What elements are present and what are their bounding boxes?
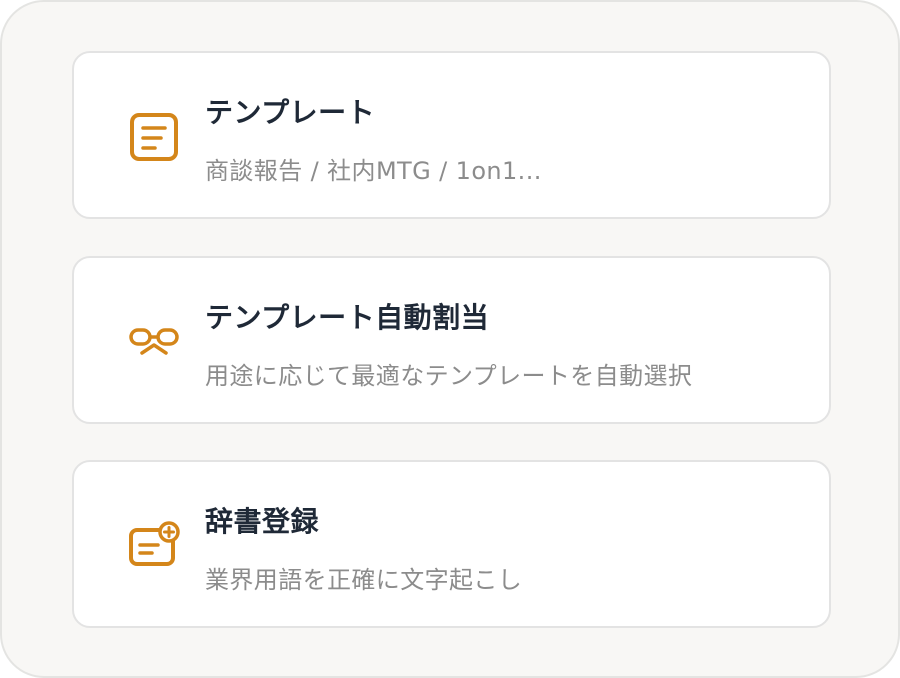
card-subtitle: 用途に応じて最適なテンプレートを自動選択 — [205, 362, 693, 390]
feature-panel: テンプレート 商談報告 / 社内MTG / 1on1... テンプレート自動割当… — [0, 0, 900, 678]
document-lines-icon — [128, 111, 180, 163]
card-title: 辞書登録 — [205, 505, 320, 538]
card-subtitle: 業界用語を正確に文字起こし — [205, 566, 523, 594]
card-subtitle: 商談報告 / 社内MTG / 1on1... — [205, 157, 542, 185]
template-auto-assign-card[interactable]: テンプレート自動割当 用途に応じて最適なテンプレートを自動選択 — [72, 256, 831, 424]
card-add-icon — [128, 520, 180, 572]
glasses-mustache-icon — [128, 316, 180, 368]
card-title: テンプレート自動割当 — [205, 301, 490, 334]
dictionary-card[interactable]: 辞書登録 業界用語を正確に文字起こし — [72, 460, 831, 628]
card-title: テンプレート — [205, 96, 376, 129]
template-card[interactable]: テンプレート 商談報告 / 社内MTG / 1on1... — [72, 51, 831, 219]
